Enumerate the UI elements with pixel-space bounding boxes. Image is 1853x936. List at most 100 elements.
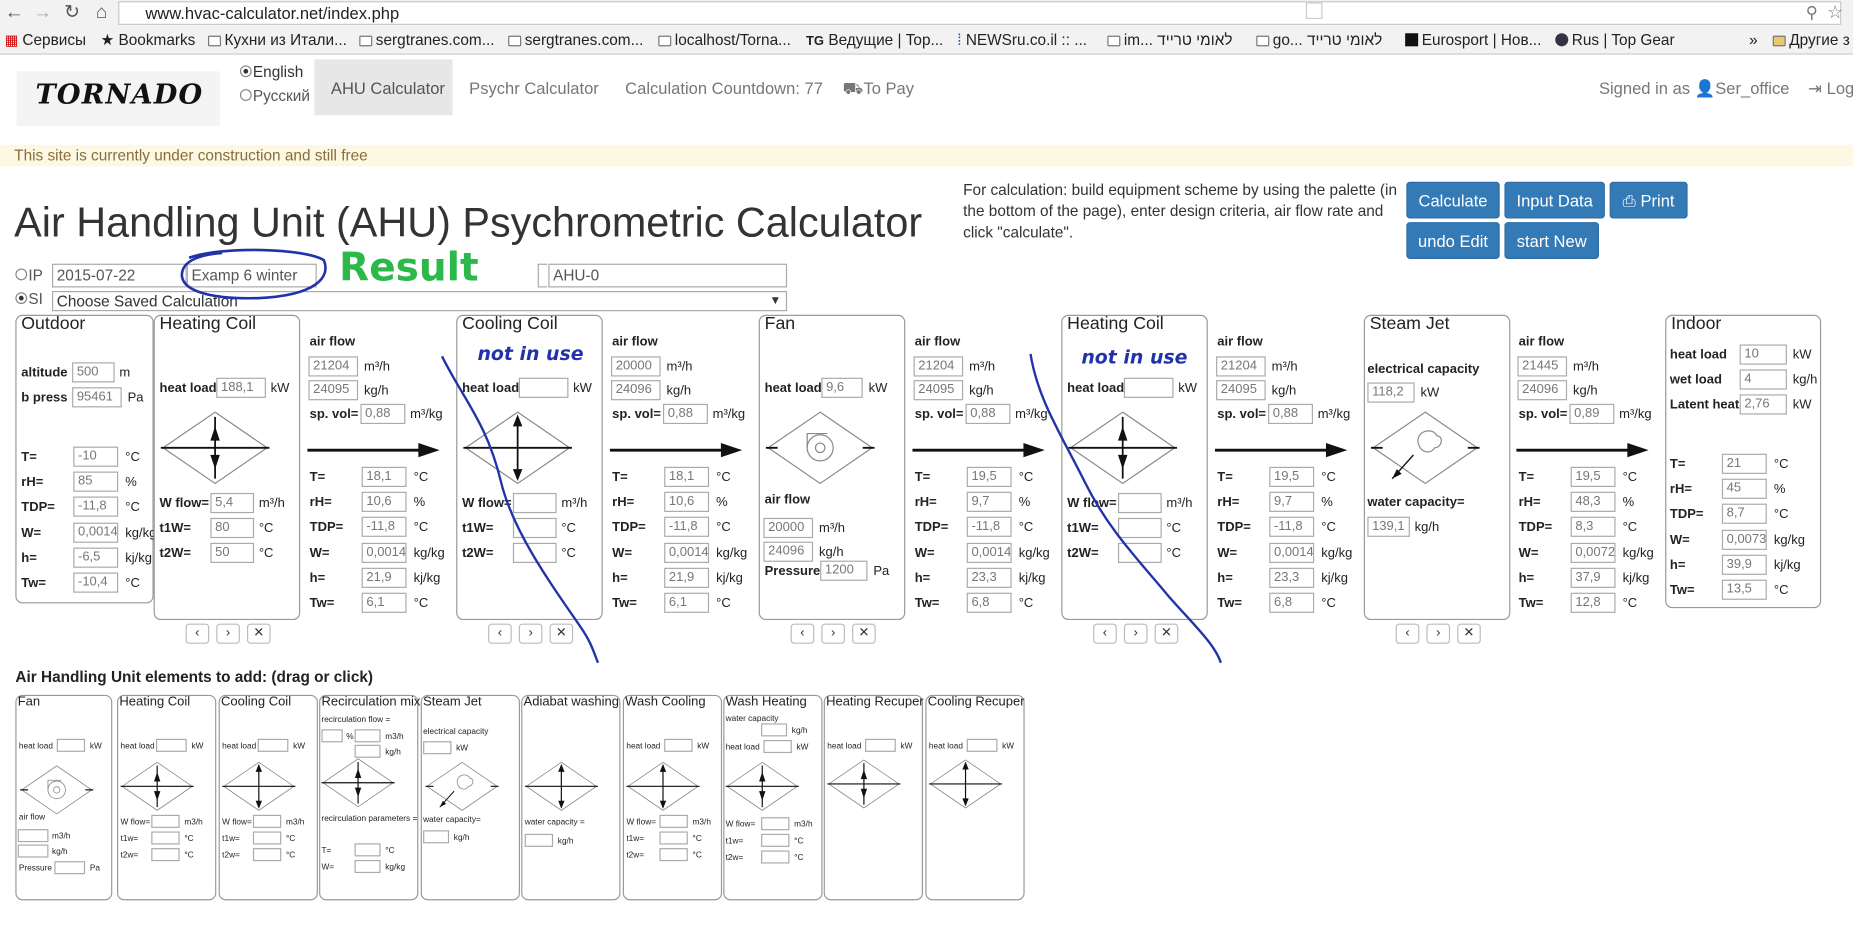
start-new-button[interactable]: start New — [1504, 222, 1599, 259]
field-h[interactable]: 21,9 — [361, 567, 407, 588]
print-button[interactable]: ⎙ Print — [1609, 181, 1688, 219]
airflow-m3h-field[interactable]: 21445 — [1517, 356, 1568, 377]
field-w[interactable]: 0,0014 — [1269, 542, 1315, 563]
spvol-field[interactable]: 0,88 — [965, 403, 1011, 425]
url-bar[interactable]: www.hvac-calculator.net/index.php — [118, 1, 1842, 25]
move-right-icon[interactable]: › — [1426, 623, 1451, 644]
airflow-kgh-field[interactable]: 24095 — [308, 380, 359, 401]
heatload-field[interactable]: 10 — [1739, 344, 1787, 365]
field-tw[interactable]: 6,8 — [1269, 592, 1315, 613]
palette-field[interactable] — [252, 831, 282, 845]
lang-english[interactable]: English — [239, 63, 303, 81]
field-h[interactable]: 23,3 — [1269, 567, 1315, 588]
field-rh[interactable]: 45 — [1721, 478, 1767, 500]
nav-countdown[interactable]: Calculation Countdown: 77 — [625, 78, 823, 97]
field-w[interactable]: 0,00144 — [73, 522, 119, 543]
bookmark-item[interactable]: Eurosport | Нов... — [1405, 30, 1541, 51]
palette-field[interactable] — [423, 830, 450, 844]
airflow-m3h-field[interactable]: 21204 — [308, 356, 359, 377]
other-bookmarks[interactable]: Другие з — [1772, 30, 1850, 51]
palette-field[interactable] — [151, 814, 180, 828]
field-t[interactable]: 18,1 — [361, 466, 407, 487]
field-w[interactable]: 0,0014 — [664, 542, 710, 563]
field-rh[interactable]: 10,6 — [361, 491, 407, 513]
nav-to-pay[interactable]: ⛟To Pay — [843, 78, 914, 101]
field-tdp[interactable]: 8,7 — [1721, 504, 1767, 525]
zoom-icon[interactable]: ⚲ — [1806, 2, 1818, 22]
field-h[interactable]: 37,9 — [1570, 567, 1616, 588]
logout-link[interactable]: ⇥ Log — [1808, 78, 1853, 98]
remove-icon[interactable]: ✕ — [246, 623, 271, 644]
field-tdp[interactable]: -11,8 — [361, 517, 407, 538]
units-ip[interactable]: IP — [15, 266, 43, 284]
reload-icon[interactable]: ↻ — [60, 1, 84, 25]
field-t[interactable]: 19,5 — [1570, 466, 1616, 487]
spvol-field[interactable]: 0,88 — [360, 403, 406, 425]
palette-field[interactable] — [763, 739, 792, 754]
palette-field[interactable] — [354, 843, 381, 857]
palette-field[interactable] — [151, 848, 180, 862]
t2w-field[interactable]: 50 — [210, 542, 255, 564]
field-t[interactable]: 18,1 — [664, 466, 710, 487]
palette-field[interactable] — [17, 829, 49, 843]
bookmark-item[interactable]: go... לאומי טרייד — [1256, 30, 1382, 51]
field-h[interactable]: 39,9 — [1721, 554, 1767, 575]
move-left-icon[interactable]: ‹ — [790, 623, 815, 644]
move-right-icon[interactable]: › — [216, 623, 240, 644]
back-icon[interactable]: ← — [2, 1, 26, 25]
field-tdp[interactable]: -11,8 — [966, 517, 1012, 538]
field-tw[interactable]: 12,8 — [1570, 592, 1616, 613]
wflow-field[interactable]: 5,4 — [210, 492, 255, 514]
palette-field[interactable] — [761, 723, 788, 737]
palette-field[interactable] — [659, 831, 688, 845]
bookmark-item[interactable]: Кухни из Итали... — [207, 30, 347, 51]
field-tdp[interactable]: -11,8 — [73, 496, 119, 518]
airflow-m3h-field[interactable]: 20000 — [763, 517, 814, 539]
field-rh[interactable]: 10,6 — [664, 491, 710, 513]
palette-field[interactable] — [761, 817, 790, 831]
username[interactable]: Ser_office — [1715, 78, 1789, 97]
t1w-field[interactable]: 80 — [210, 517, 255, 539]
palette-field[interactable] — [966, 738, 998, 752]
airflow-kgh-field[interactable]: 24096 — [763, 541, 814, 562]
watercap-field[interactable]: 139,1 — [1367, 516, 1410, 537]
palette-field[interactable] — [54, 861, 86, 875]
field-rh[interactable]: 9,7 — [966, 491, 1012, 513]
bookmark-item[interactable]: sergtranes.com... — [508, 30, 643, 51]
palette-field[interactable] — [423, 741, 452, 755]
field-t[interactable]: -10 — [73, 446, 119, 467]
field-t[interactable]: 21 — [1721, 453, 1767, 474]
field-t[interactable]: 19,5 — [966, 466, 1012, 487]
calculate-button[interactable]: Calculate — [1406, 181, 1500, 219]
palette-field[interactable] — [321, 729, 343, 743]
palette-field[interactable] — [761, 850, 790, 864]
units-si[interactable]: SI — [15, 290, 43, 308]
palette-field[interactable] — [524, 833, 554, 847]
field-w[interactable]: 0,0072 — [1570, 542, 1616, 563]
wetload-field[interactable]: 4 — [1739, 369, 1787, 390]
logo[interactable]: TORNADO — [35, 78, 203, 110]
bookmark-item[interactable]: TG Ведущие | Top... — [806, 30, 943, 53]
field-h[interactable]: -6,5 — [73, 547, 119, 568]
palette-field[interactable] — [257, 738, 289, 752]
field-w[interactable]: 0,00738 — [1721, 529, 1767, 550]
nav-psychr-calculator[interactable]: Psychr Calculator — [469, 78, 599, 97]
field-rh[interactable]: 9,7 — [1269, 491, 1315, 513]
field-w[interactable]: 0,0014 — [966, 542, 1012, 563]
home-icon[interactable]: ⌂ — [90, 1, 114, 25]
palette-field[interactable] — [252, 848, 282, 862]
move-right-icon[interactable]: › — [821, 623, 845, 644]
bookmark-item[interactable]: im... לאומי טרייד — [1107, 30, 1233, 51]
heatload-field[interactable]: 188,1 — [216, 377, 266, 398]
palette-field[interactable] — [761, 833, 790, 847]
forward-icon[interactable]: → — [31, 1, 55, 25]
airflow-kgh-field[interactable]: 24095 — [913, 380, 964, 401]
field-rh[interactable]: 48,3 — [1570, 491, 1616, 513]
airflow-kgh-field[interactable]: 24096 — [1517, 380, 1568, 401]
field-tw[interactable]: 13,5 — [1721, 579, 1767, 600]
remove-icon[interactable]: ✕ — [1457, 623, 1481, 644]
bookmarks-more[interactable]: » — [1749, 30, 1758, 51]
palette-field[interactable] — [664, 738, 693, 752]
field-h[interactable]: 21,9 — [664, 567, 710, 588]
palette-field[interactable] — [354, 729, 381, 743]
